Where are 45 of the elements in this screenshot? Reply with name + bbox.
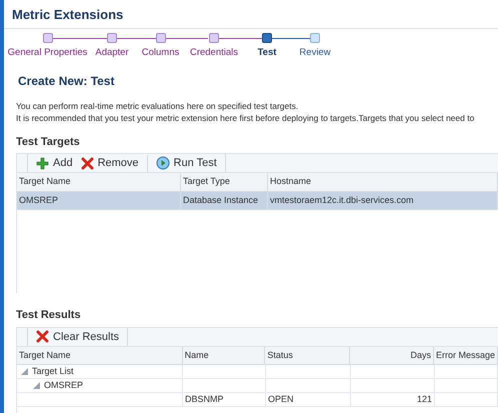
toolbar-button[interactable]: Add	[32, 155, 77, 172]
column-header[interactable]: Status	[265, 346, 350, 364]
table-cell-text: DBSNMP	[185, 393, 224, 406]
close-icon	[80, 156, 94, 170]
tree-node-label[interactable]: OMSREP	[44, 379, 84, 392]
step-marker[interactable]	[310, 32, 320, 42]
column-header[interactable]: Target Type	[181, 173, 268, 191]
step-label[interactable]: Review	[299, 46, 331, 60]
section-title: Test Targets	[15, 134, 81, 150]
table-row[interactable]: OMSREP Database Instance vmtestoraem12c.it.dbi-services.com	[17, 192, 498, 210]
table-cell: vmtestoraem12c.it.dbi-services.com	[268, 192, 498, 210]
description-text: It is recommended that you test your metric extension here first before deploying to targets.Targets that you select need to	[16, 112, 476, 124]
step-label[interactable]: Test	[258, 46, 276, 60]
table-cell: Database Instance	[181, 192, 268, 210]
window-title: Metric Extensions	[4, 0, 498, 28]
column-header[interactable]: Target Name	[17, 173, 181, 191]
step-label[interactable]: Columns	[142, 46, 180, 60]
step-marker[interactable]	[42, 32, 52, 42]
step-label[interactable]: Credentials	[190, 46, 238, 60]
step-marker[interactable]	[156, 32, 166, 42]
step-marker[interactable]	[262, 32, 272, 42]
step-marker[interactable]	[209, 32, 219, 42]
toolbar-button[interactable]: Clear Results	[32, 328, 124, 345]
table-cell: OMSREP	[17, 192, 181, 210]
step-label[interactable]: Adapter	[95, 46, 129, 60]
toolbar-button[interactable]: Remove	[76, 155, 143, 172]
column-header[interactable]: Error Message	[434, 346, 498, 364]
column-header[interactable]: Name	[182, 346, 266, 364]
table-cell-text: OPEN	[268, 393, 294, 406]
column-header[interactable]: Days	[350, 346, 434, 364]
close-icon	[36, 330, 49, 344]
plus-icon	[36, 156, 49, 170]
tree-node-label[interactable]: Target List	[32, 365, 74, 378]
section-title: Test Results	[15, 308, 82, 324]
step-marker[interactable]	[107, 32, 117, 42]
description-text: You can perform real-time metric evaluations here on specified test targets.	[16, 100, 300, 112]
column-header[interactable]: Hostname	[268, 173, 498, 191]
table-cell-text: 121	[416, 393, 432, 406]
column-header[interactable]: Target Name	[17, 346, 183, 364]
toolbar-button[interactable]: Run Test	[146, 155, 221, 172]
step-label[interactable]: General Properties	[8, 46, 88, 60]
expand-triangle-icon[interactable]	[33, 382, 40, 390]
play-icon	[156, 156, 170, 170]
page-title: Create New: Test	[17, 72, 116, 90]
expand-triangle-icon[interactable]	[21, 368, 28, 376]
